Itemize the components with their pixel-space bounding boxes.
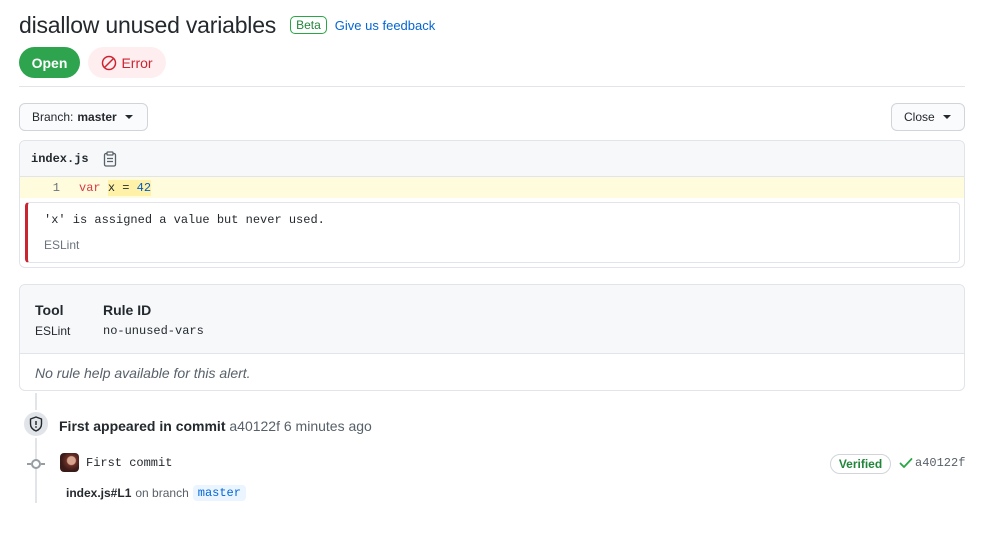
state-row: Open Error [19,47,166,78]
close-alert-button[interactable]: Close [891,103,965,131]
tool-header: Tool [35,302,64,318]
line-number[interactable]: 1 [20,181,60,195]
code-number: 42 [136,180,152,195]
rule-help-text: No rule help available for this alert. [35,365,251,381]
code-keyword: var [79,180,101,195]
beta-badge: Beta [290,16,327,34]
tool-value: ESLint [35,324,71,338]
severity-badge: Error [88,47,166,78]
code-content: var x = 42 [79,179,152,196]
event-commit-sha[interactable]: a40122f [229,418,280,434]
alert-annotation: 'x' is assigned a value but never used. … [25,202,960,263]
rule-summary: Tool ESLint Rule ID no-unused-vars [20,285,964,354]
tool-column: Tool ESLint [35,302,70,338]
branch-select-button[interactable]: Branch: master [19,103,148,131]
code-line: 1 var x = 42 [20,177,964,198]
branch-prefix: Branch: [32,110,74,124]
branch-name: master [77,110,117,124]
shield-icon [22,410,50,438]
avatar[interactable] [60,453,79,472]
event-time: 6 minutes ago [283,418,372,434]
rule-id-value: no-unused-vars [103,324,204,338]
location-file-link[interactable]: index.js#L1 [66,486,131,500]
circle-slash-icon [102,55,117,70]
commit-connector [41,463,45,465]
commit-dot-icon [31,459,41,469]
alert-message: 'x' is assigned a value but never used. [44,213,325,227]
header-divider [19,86,965,87]
branch-tag[interactable]: master [192,485,246,501]
code-highlight-text: x = [107,180,137,195]
alert-header: disallow unused variables Beta Give us f… [19,10,435,40]
code-header: index.js [20,141,964,177]
feedback-link[interactable]: Give us feedback [335,18,435,33]
event-label: First appeared in commit [59,418,226,434]
chevron-down-icon [124,115,133,119]
clipboard-icon[interactable] [103,150,117,167]
file-name[interactable]: index.js [31,152,89,166]
commit-sha: a40122f [915,456,966,470]
commit-message[interactable]: First commit [86,456,172,470]
code-snippet: index.js 1 var x = 42 'x' is assigned a … [19,140,965,268]
status-badge-open: Open [19,47,80,78]
check-icon [899,458,913,468]
rule-id-column: Rule ID no-unused-vars [103,302,204,338]
alert-tool: ESLint [44,238,80,252]
rule-details: Tool ESLint Rule ID no-unused-vars No ru… [19,284,965,391]
timeline-event: First appeared in commit a40122f 6 minut… [59,418,372,434]
rule-id-header: Rule ID [103,302,152,318]
close-label: Close [904,110,935,124]
location-on-label: on branch [135,486,189,500]
alert-location: index.js#L1 on branch master [66,485,246,501]
chevron-down-icon [942,115,951,119]
code-highlight: x = 42 [107,179,152,196]
verified-badge[interactable]: Verified [830,454,891,474]
page-title: disallow unused variables [19,11,277,38]
severity-label: Error [121,54,153,71]
commit-sha-link[interactable]: a40122f [899,456,965,470]
